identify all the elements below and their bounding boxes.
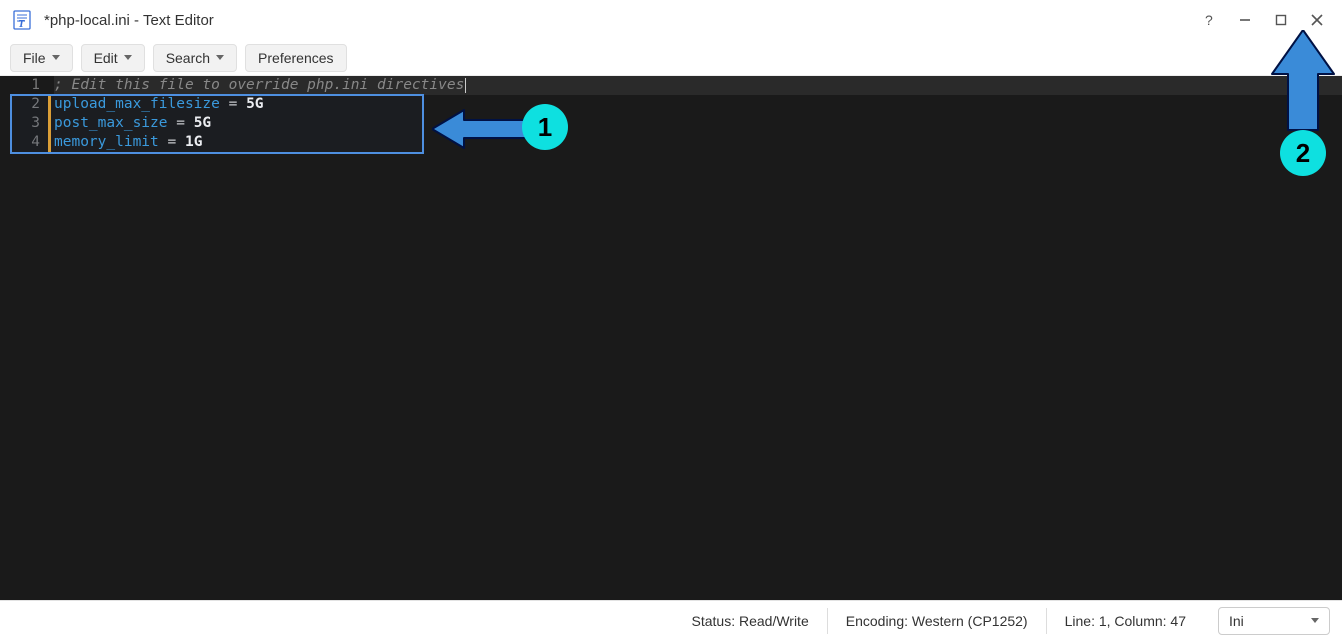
menu-file-label: File — [23, 50, 46, 66]
menu-bar: File Edit Search Preferences — [0, 40, 1342, 76]
status-readwrite: Status: Read/Write — [674, 608, 827, 634]
status-encoding: Encoding: Western (CP1252) — [827, 608, 1046, 634]
chevron-down-icon — [124, 55, 132, 60]
title-bar: T *php-local.ini - Text Editor ? — [0, 0, 1342, 40]
text-cursor — [465, 78, 466, 93]
ini-value: 5G — [194, 115, 211, 131]
help-icon[interactable]: ? — [1200, 11, 1218, 29]
language-selector[interactable]: Ini — [1218, 607, 1330, 635]
menu-search-label: Search — [166, 50, 210, 66]
line-number-gutter: 1234 — [0, 76, 48, 600]
chevron-down-icon — [1311, 618, 1319, 623]
modified-indicator — [48, 114, 51, 133]
app-icon: T — [10, 8, 34, 32]
code-line[interactable]: post_max_size = 5G — [54, 114, 1342, 133]
language-selector-label: Ini — [1229, 613, 1244, 629]
ini-value: 5G — [246, 96, 263, 112]
window-title: *php-local.ini - Text Editor — [44, 12, 214, 29]
ini-key: memory_limit — [54, 134, 159, 150]
chevron-down-icon — [216, 55, 224, 60]
menu-edit-label: Edit — [94, 50, 118, 66]
editor-area[interactable]: 1234 ; Edit this file to override php.in… — [0, 76, 1342, 600]
code-line[interactable]: memory_limit = 1G — [54, 133, 1342, 152]
ini-value: 1G — [185, 134, 202, 150]
minimize-icon[interactable] — [1236, 11, 1254, 29]
line-number: 2 — [0, 95, 40, 114]
menu-file[interactable]: File — [10, 44, 73, 72]
code-line[interactable]: ; Edit this file to override php.ini dir… — [54, 76, 1342, 95]
status-cursor-position: Line: 1, Column: 47 — [1046, 608, 1204, 634]
comment-text: ; Edit this file to override php.ini dir… — [54, 77, 464, 93]
equals-sign: = — [220, 96, 246, 112]
menu-preferences-label: Preferences — [258, 50, 333, 66]
ini-key: upload_max_filesize — [54, 96, 220, 112]
equals-sign: = — [159, 134, 185, 150]
chevron-down-icon — [52, 55, 60, 60]
code-line[interactable]: upload_max_filesize = 5G — [54, 95, 1342, 114]
code-content[interactable]: ; Edit this file to override php.ini dir… — [48, 76, 1342, 600]
modified-indicator — [48, 95, 51, 114]
status-bar: Status: Read/Write Encoding: Western (CP… — [0, 600, 1342, 640]
window-controls: ? — [1200, 11, 1332, 29]
menu-search[interactable]: Search — [153, 44, 237, 72]
close-icon[interactable] — [1308, 11, 1326, 29]
equals-sign: = — [168, 115, 194, 131]
line-number: 4 — [0, 133, 40, 152]
ini-key: post_max_size — [54, 115, 168, 131]
modified-indicator — [48, 133, 51, 152]
line-number: 3 — [0, 114, 40, 133]
menu-edit[interactable]: Edit — [81, 44, 145, 72]
maximize-icon[interactable] — [1272, 11, 1290, 29]
line-number: 1 — [0, 76, 40, 95]
svg-text:?: ? — [1205, 13, 1213, 27]
menu-preferences[interactable]: Preferences — [245, 44, 346, 72]
